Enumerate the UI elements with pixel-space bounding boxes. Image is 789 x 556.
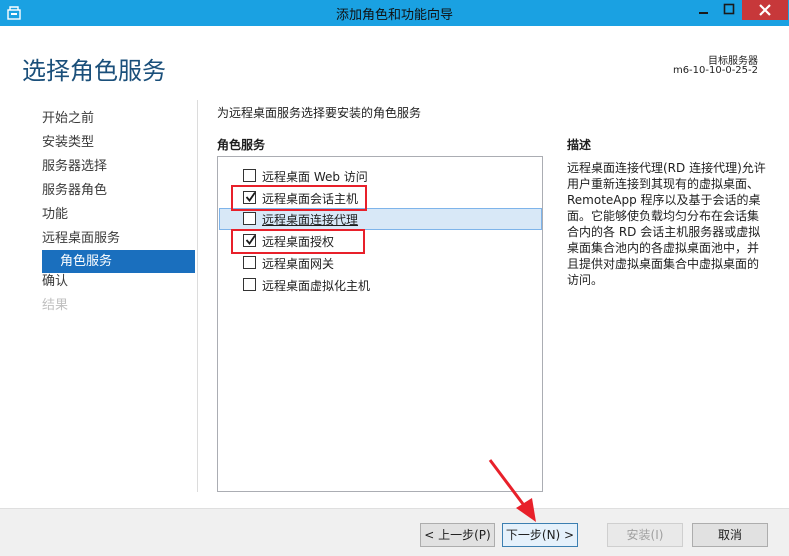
maximize-icon (723, 3, 735, 15)
close-button[interactable] (742, 0, 788, 20)
role-row-connection-broker[interactable]: 远程桌面连接代理 (219, 208, 542, 230)
checkbox-connection-broker[interactable] (243, 212, 256, 225)
annotation-box-licensing (231, 229, 365, 254)
close-icon (759, 4, 771, 16)
checkbox-virtualization-host[interactable] (243, 278, 256, 291)
install-button: 安装(I) (607, 523, 683, 547)
title-bar: 添加角色和功能向导 (0, 0, 789, 26)
nav-item-server-selection[interactable]: 服务器选择 (42, 158, 196, 182)
roles-heading: 角色服务 (217, 138, 266, 152)
previous-button[interactable]: < 上一步(P) (420, 523, 495, 547)
window-title: 添加角色和功能向导 (335, 8, 453, 23)
minimize-button[interactable] (690, 0, 716, 20)
role-row-web-access[interactable]: 远程桌面 Web 访问 (219, 165, 542, 187)
nav-item-features[interactable]: 功能 (42, 206, 196, 230)
role-row-virtualization-host[interactable]: 远程桌面虚拟化主机 (219, 274, 542, 296)
nav-item-installation-type[interactable]: 安装类型 (42, 134, 196, 158)
wizard-footer: < 上一步(P) 下一步(N) > 安装(I) 取消 (0, 508, 789, 556)
nav-item-server-roles[interactable]: 服务器角色 (42, 182, 196, 206)
maximize-button[interactable] (716, 0, 742, 20)
nav-item-role-services[interactable]: 角色服务 (42, 250, 195, 273)
description-heading: 描述 (567, 138, 592, 152)
annotation-arrow-icon (488, 459, 536, 522)
next-button[interactable]: 下一步(N) > (502, 523, 578, 547)
nav-item-before-you-begin[interactable]: 开始之前 (42, 110, 196, 134)
role-label: 远程桌面连接代理 (262, 213, 359, 227)
annotation-box-session-host (231, 185, 367, 211)
checkbox-web-access[interactable] (243, 169, 256, 182)
minimize-icon (699, 12, 708, 14)
intro-text: 为远程桌面服务选择要安装的角色服务 (217, 106, 422, 120)
nav-item-results: 结果 (42, 298, 69, 313)
cancel-button[interactable]: 取消 (692, 523, 768, 547)
role-label: 远程桌面 Web 访问 (262, 170, 368, 184)
nav-item-confirmation[interactable]: 确认 (42, 273, 196, 297)
role-label: 远程桌面虚拟化主机 (262, 279, 371, 293)
checkbox-gateway[interactable] (243, 256, 256, 269)
page-title: 选择角色服务 (22, 57, 166, 85)
nav-divider (197, 100, 198, 492)
target-server-name: m6-10-10-0-25-2 (672, 65, 758, 76)
role-label: 远程桌面网关 (262, 257, 335, 271)
description-text: 远程桌面连接代理(RD 连接代理)允许用户重新连接到其现有的虚拟桌面、Remot… (567, 161, 766, 287)
role-row-gateway[interactable]: 远程桌面网关 (219, 252, 542, 274)
wizard-nav: 开始之前 安装类型 服务器选择 服务器角色 功能 远程桌面服务 角色服务 确认 … (42, 110, 196, 321)
